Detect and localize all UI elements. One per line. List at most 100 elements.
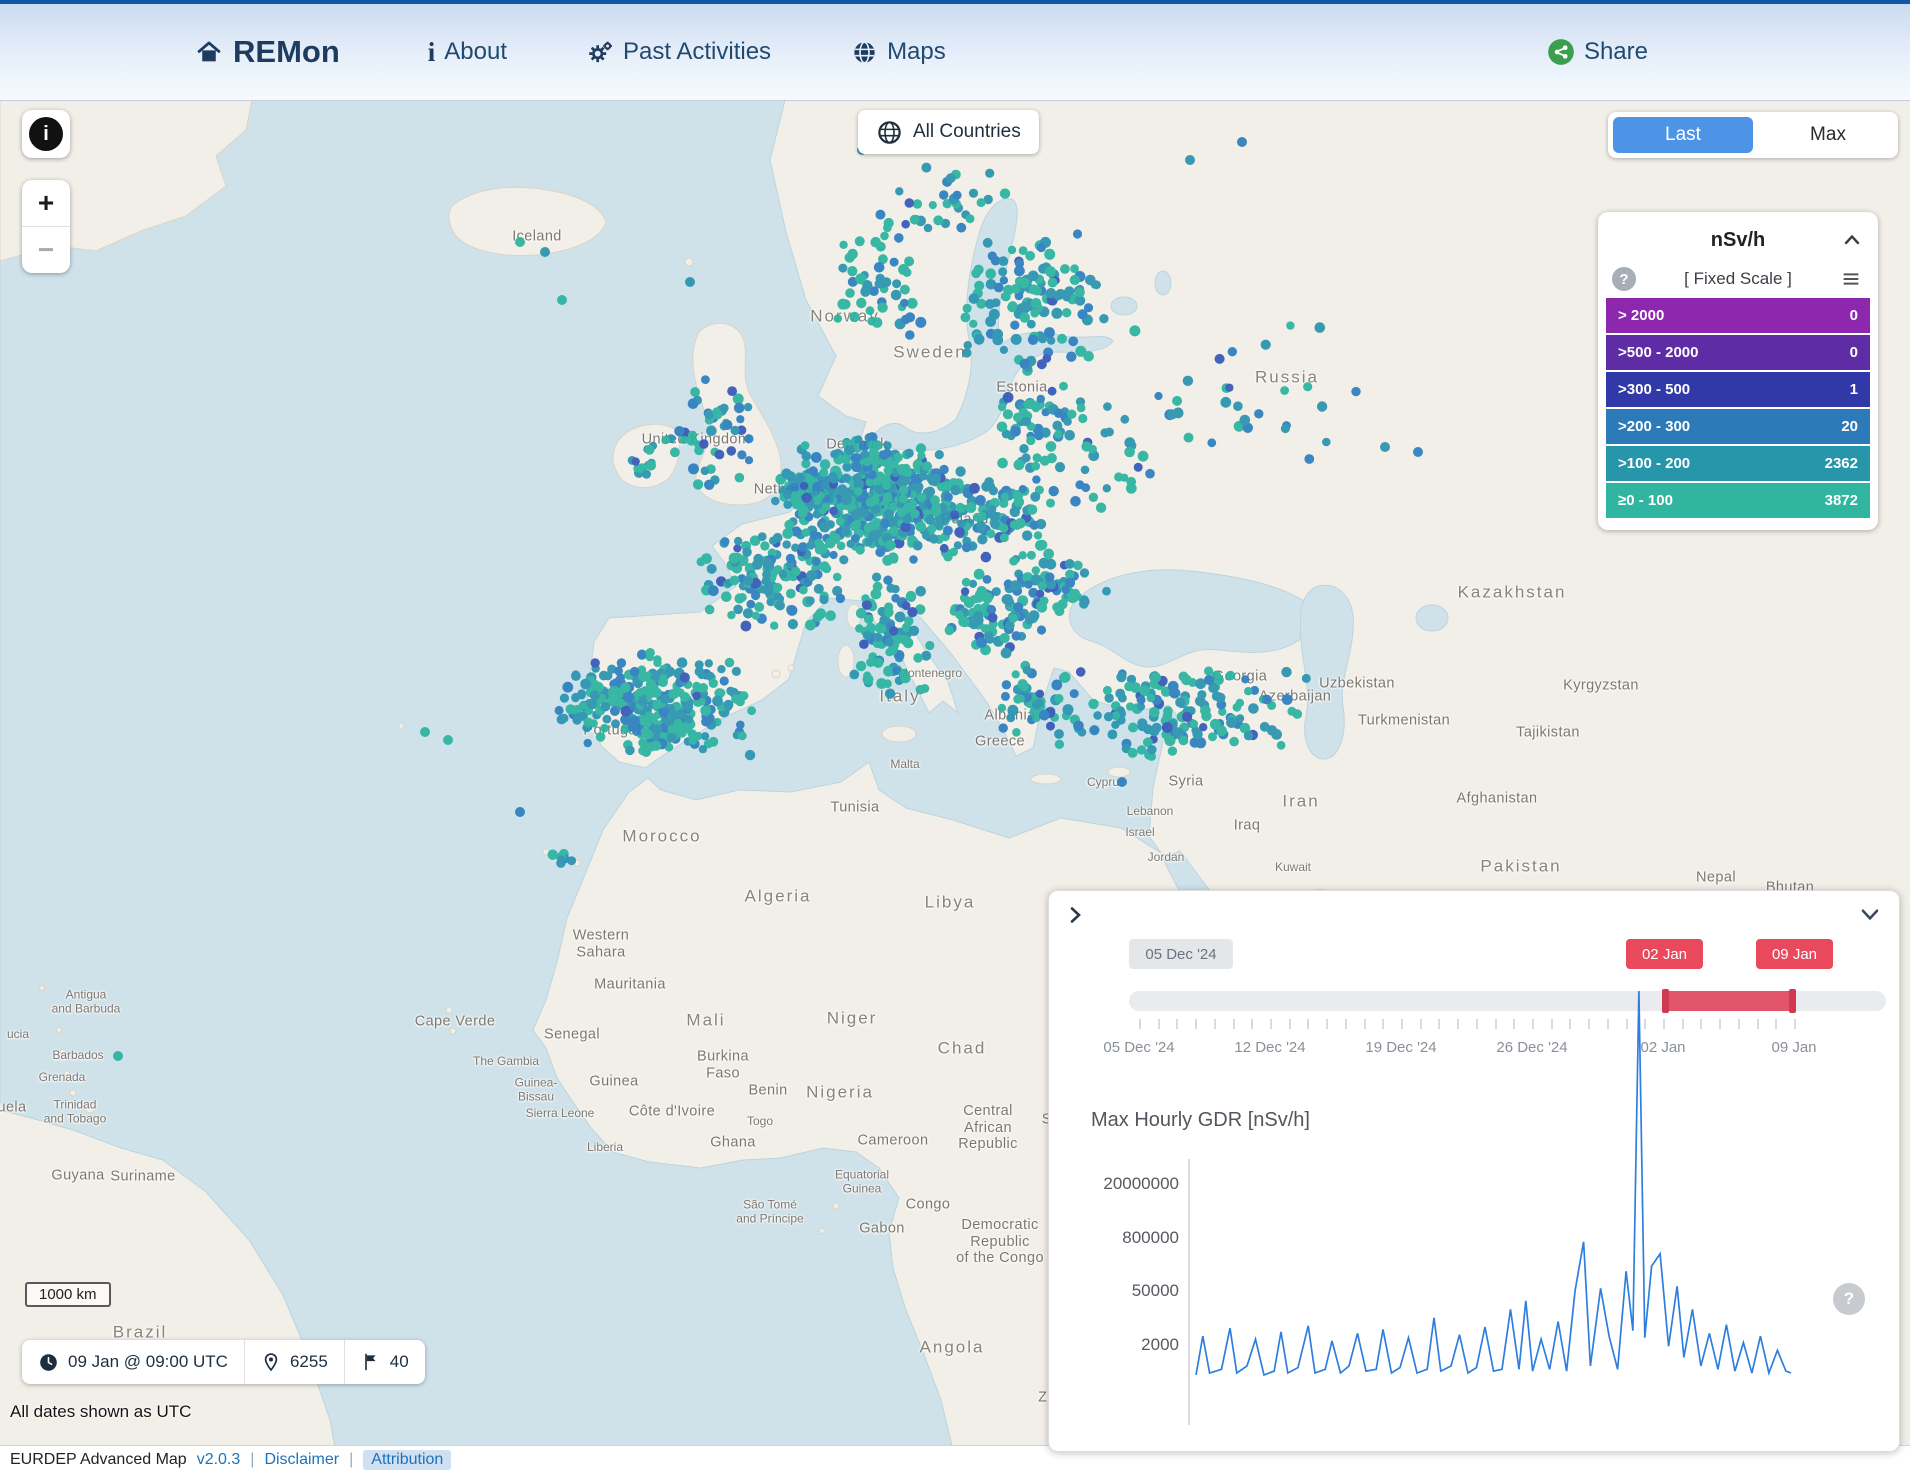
top-navbar: REMon i About Past Activities <box>0 4 1910 101</box>
chart-help-button[interactable]: ? <box>1833 1283 1865 1315</box>
legend-range-label: >300 - 500 <box>1618 381 1690 398</box>
legend-panel: nSv/h ? [ Fixed Scale ] > 2000 0 >500 - 20… <box>1598 212 1878 530</box>
info-icon: i <box>428 37 436 68</box>
timeline-tick-label: 02 Jan <box>1640 1039 1685 1056</box>
footer-app-name: EURDEP Advanced Map <box>10 1451 187 1469</box>
share-icon <box>1547 38 1575 66</box>
chart-title: Max Hourly GDR [nSv/h] <box>1091 1109 1310 1132</box>
timeline-tick <box>1719 1019 1721 1029</box>
timeline-tick <box>1195 1019 1197 1029</box>
timeline-tick <box>1420 1019 1422 1029</box>
panel-collapse-button[interactable] <box>1857 901 1883 932</box>
zoom-in-button[interactable]: + <box>22 180 70 227</box>
app: IcelandNorwaySwedenEstoniaRussiaUnited K… <box>0 0 1910 1474</box>
timeline-tick <box>1251 1019 1253 1029</box>
status-datetime[interactable]: 09 Jan @ 09:00 UTC <box>22 1340 244 1384</box>
map-info-button[interactable]: i <box>22 110 70 158</box>
timeline-tick <box>1607 1019 1609 1029</box>
globe-icon <box>851 39 878 66</box>
globe-icon <box>876 119 903 146</box>
footer-version-link[interactable]: v2.0.3 <box>197 1451 241 1469</box>
timeline-tick <box>1551 1019 1553 1029</box>
legend-range-label: > 2000 <box>1618 307 1664 324</box>
range-end-badge[interactable]: 09 Jan <box>1756 939 1833 969</box>
legend-count: 0 <box>1850 307 1858 324</box>
legend-row[interactable]: > 2000 0 <box>1606 298 1870 333</box>
nav-item-share[interactable]: Share <box>1547 38 1648 66</box>
panel-expand-button[interactable] <box>1063 903 1087 932</box>
legend-count: 3872 <box>1825 492 1858 509</box>
timeline-tick <box>1364 1019 1366 1029</box>
timeline-tick <box>1588 1019 1590 1029</box>
timeline-track[interactable] <box>1129 991 1886 1011</box>
timeline-tick <box>1476 1019 1478 1029</box>
svg-text:50000: 50000 <box>1132 1281 1179 1300</box>
chevron-right-icon <box>1063 903 1087 927</box>
timeline-tick-label: 19 Dec '24 <box>1365 1039 1436 1056</box>
cyprus-island <box>1108 767 1130 777</box>
timeline-tick <box>1438 1019 1440 1029</box>
timeline-tick <box>1158 1019 1160 1029</box>
legend-title: nSv/h <box>1711 229 1765 252</box>
nav-item-past-activities[interactable]: Past Activities <box>587 38 771 66</box>
legend-row[interactable]: >200 - 30020 <box>1606 409 1870 444</box>
hamburger-icon <box>1840 268 1862 290</box>
timeline-tick-label: 12 Dec '24 <box>1234 1039 1305 1056</box>
zoom-control: + − <box>22 180 70 273</box>
timeline-tick <box>1700 1019 1702 1029</box>
legend-count: 2362 <box>1825 455 1858 472</box>
zoom-out-button[interactable]: − <box>22 227 70 273</box>
nav-item-about[interactable]: i About <box>428 37 507 68</box>
legend-row[interactable]: >100 - 200 2362 <box>1606 446 1870 481</box>
range-handle-right[interactable] <box>1789 989 1796 1013</box>
timeline-tick <box>1139 1019 1141 1029</box>
legend-range-label: >200 - 300 <box>1618 418 1690 435</box>
legend-range-label: >500 - 2000 <box>1618 344 1699 361</box>
timeline-tick <box>1233 1019 1235 1029</box>
crete <box>1031 774 1061 784</box>
chevron-down-icon <box>1857 901 1883 927</box>
toggle-max-button[interactable]: Max <box>1758 124 1898 146</box>
legend-help-button[interactable]: ? <box>1612 267 1636 291</box>
aral-sea <box>1416 605 1448 631</box>
status-bar: 09 Jan @ 09:00 UTC 6255 40 <box>22 1340 425 1384</box>
legend-range-label: >100 - 200 <box>1618 455 1690 472</box>
footer-disclaimer-link[interactable]: Disclaimer <box>264 1451 339 1469</box>
timeline-tick <box>1345 1019 1347 1029</box>
nav-home[interactable]: REMon <box>195 34 340 70</box>
legend-scale-mode[interactable]: [ Fixed Scale ] <box>1684 269 1792 289</box>
corsica <box>847 604 861 628</box>
timeline-tick <box>1569 1019 1571 1029</box>
legend-row[interactable]: >500 - 20000 <box>1606 335 1870 370</box>
timeline-tick <box>1214 1019 1216 1029</box>
toggle-last-button[interactable]: Last <box>1613 117 1753 153</box>
legend-row[interactable]: >300 - 500 1 <box>1606 372 1870 407</box>
flag-icon <box>361 1352 381 1372</box>
map-pin-icon <box>261 1352 281 1372</box>
svg-text:2000: 2000 <box>1141 1335 1179 1354</box>
range-start-badge[interactable]: 02 Jan <box>1626 939 1703 969</box>
legend-menu-button[interactable] <box>1840 268 1862 295</box>
status-flag-count[interactable]: 40 <box>344 1340 425 1384</box>
legend-row[interactable]: ≥0 - 100 3872 <box>1606 483 1870 518</box>
timeline-selected-range[interactable] <box>1664 991 1794 1011</box>
legend-collapse-button[interactable] <box>1840 228 1864 257</box>
timeline-tick-label: 09 Jan <box>1771 1039 1816 1056</box>
range-handle-left[interactable] <box>1662 989 1669 1013</box>
timeline-tick <box>1663 1019 1665 1029</box>
legend-count: 1 <box>1850 381 1858 398</box>
map-scale-bar: 1000 km <box>25 1282 111 1307</box>
timeline-tick <box>1775 1019 1777 1029</box>
timeline-start-badge: 05 Dec '24 <box>1129 939 1233 969</box>
timeline-tick <box>1626 1019 1628 1029</box>
svg-text:20000000: 20000000 <box>1103 1174 1179 1193</box>
all-countries-button[interactable]: All Countries <box>858 110 1039 154</box>
footer-attribution-link[interactable]: Attribution <box>363 1450 451 1470</box>
nav-item-maps[interactable]: Maps <box>851 38 946 66</box>
info-circle-icon: i <box>29 117 63 151</box>
gdr-line-chart: 20005000080000020000000 <box>1049 891 1901 1453</box>
timeline-chart-panel: 05 Dec '24 02 Jan 09 Jan 05 Dec '2412 De… <box>1048 890 1900 1452</box>
legend-range-label: ≥0 - 100 <box>1618 492 1673 509</box>
timeline-tick <box>1794 1019 1796 1029</box>
status-station-count[interactable]: 6255 <box>244 1340 344 1384</box>
